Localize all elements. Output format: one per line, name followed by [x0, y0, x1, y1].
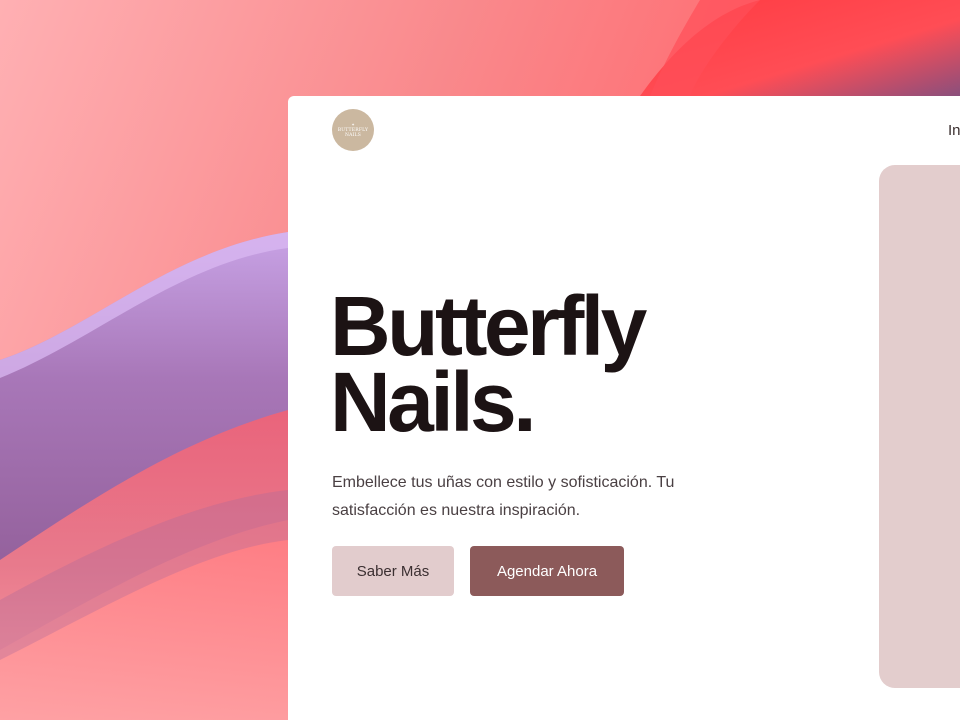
agendar-ahora-button[interactable]: Agendar Ahora	[470, 546, 624, 596]
website-window: ✦ BUTTERFLY NAILS In Butterfly Nails. Em…	[288, 96, 960, 720]
hero-title-line2: Nails.	[330, 355, 537, 449]
butterfly-icon: ✦	[351, 121, 355, 127]
hero-title-line1: Butterfly	[330, 279, 647, 373]
hero-image-card	[879, 165, 960, 688]
saber-mas-button[interactable]: Saber Más	[332, 546, 454, 596]
logo-text-line2: NAILS	[344, 132, 362, 138]
site-logo[interactable]: ✦ BUTTERFLY NAILS	[332, 109, 374, 151]
nav-link-inicio[interactable]: In	[948, 122, 960, 139]
hero-subtitle: Embellece tus uñas con estilo y sofistic…	[332, 474, 675, 519]
hero-title: Butterfly Nails.	[330, 279, 647, 449]
